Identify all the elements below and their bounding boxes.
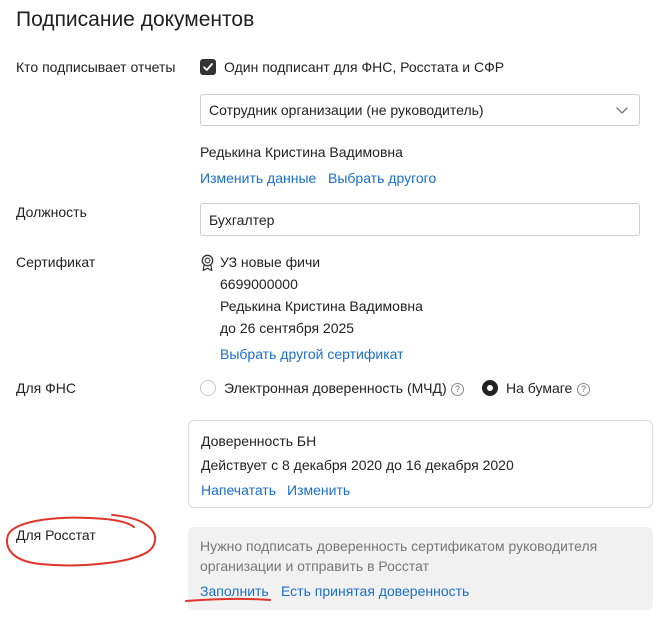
rosstat-notice-text: Нужно подписать доверенность сертификато… xyxy=(200,538,598,574)
certificate-icon xyxy=(201,254,214,272)
fns-label: Для ФНС xyxy=(16,380,76,396)
choose-other-certificate-link[interactable]: Выбрать другой сертификат xyxy=(220,346,404,362)
signer-name: Редькина Кристина Вадимовна xyxy=(200,144,403,160)
radio-paper-poa-label[interactable]: На бумаге xyxy=(506,380,572,396)
certificate-inn: 6699000000 xyxy=(220,276,298,292)
radio-paper-poa[interactable] xyxy=(482,380,498,396)
position-input[interactable]: Бухгалтер xyxy=(200,203,640,236)
power-of-attorney-card: Доверенность БН Действует с 8 декабря 20… xyxy=(188,420,653,508)
chevron-down-icon xyxy=(616,107,628,114)
edit-poa-link[interactable]: Изменить xyxy=(287,482,350,498)
help-icon[interactable]: ? xyxy=(577,383,590,396)
radio-electronic-poa-label[interactable]: Электронная доверенность (МЧД) xyxy=(224,380,447,396)
edit-signer-data-link[interactable]: Изменить данные xyxy=(200,170,316,186)
single-signer-label[interactable]: Один подписант для ФНС, Росстата и СФР xyxy=(224,59,504,75)
certificate-label: Сертификат xyxy=(16,254,96,270)
certificate-name: УЗ новые фичи xyxy=(220,254,321,270)
choose-other-signer-link[interactable]: Выбрать другого xyxy=(328,170,436,186)
signer-role-select[interactable]: Сотрудник организации (не руководитель) xyxy=(200,94,640,126)
print-poa-link[interactable]: Напечатать xyxy=(201,482,276,498)
certificate-valid-until: до 26 сентября 2025 xyxy=(220,320,355,336)
fill-poa-link[interactable]: Заполнить xyxy=(200,583,269,599)
accepted-poa-link[interactable]: Есть принятая доверенность xyxy=(281,583,469,599)
poa-title: Доверенность БН xyxy=(201,433,317,449)
rosstat-notice: Нужно подписать доверенность сертификато… xyxy=(188,527,653,610)
help-icon[interactable]: ? xyxy=(451,383,464,396)
checkmark-icon xyxy=(203,63,213,71)
radio-electronic-poa[interactable] xyxy=(200,380,216,396)
signer-role-value: Сотрудник организации (не руководитель) xyxy=(209,102,484,118)
certificate-owner: Редькина Кристина Вадимовна xyxy=(220,298,423,314)
poa-validity: Действует с 8 декабря 2020 до 16 декабря… xyxy=(201,457,514,473)
page-title: Подписание документов xyxy=(16,8,255,31)
signer-label: Кто подписывает отчеты xyxy=(16,59,176,75)
rosstat-label: Для Росстат xyxy=(16,527,96,543)
single-signer-checkbox[interactable] xyxy=(200,59,216,75)
position-label: Должность xyxy=(16,204,87,220)
